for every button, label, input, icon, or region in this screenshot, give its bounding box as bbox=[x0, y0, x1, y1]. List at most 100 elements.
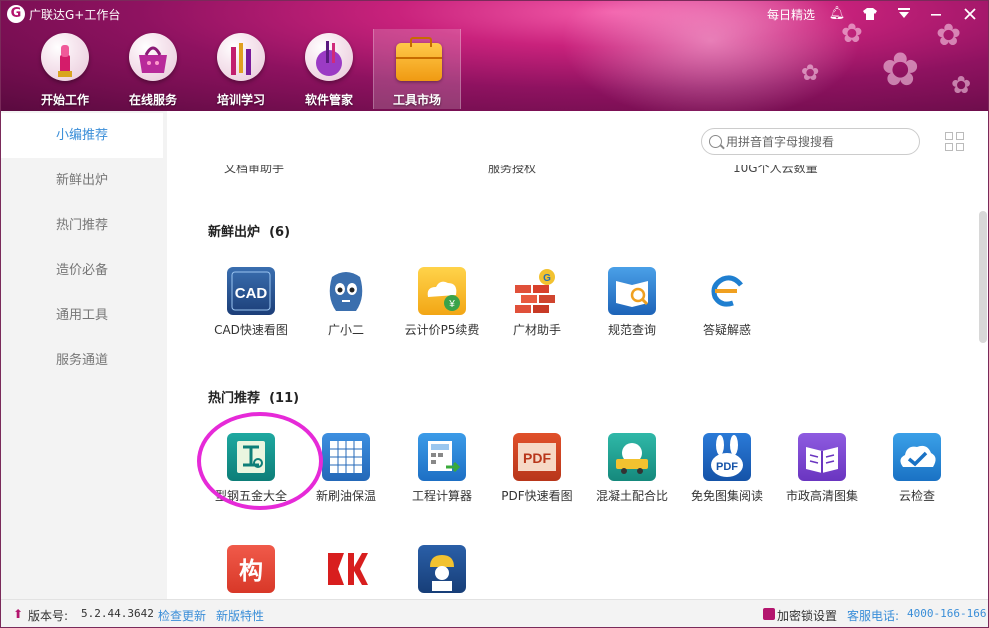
svg-text:¥: ¥ bbox=[448, 299, 455, 310]
svg-text:G: G bbox=[543, 273, 551, 284]
status-bar: ⬆ 版本号: 5.2.44.3642 检查更新 新版特性 加密锁设置 客服电话:… bbox=[1, 599, 988, 627]
section-title-hot: 热门推荐 (11) bbox=[208, 391, 300, 406]
partial-tool-label: 文档审助手 bbox=[224, 165, 285, 175]
tool-concrete-mix[interactable]: 混凝土配合比 bbox=[584, 433, 680, 513]
app-window: ✿ ✿ ✿ ✿ ✿ G 广联达G+工作台 每日精选 🔔︎ 开始工作 在线服务 培… bbox=[0, 0, 989, 628]
cosmetics-icon bbox=[305, 33, 353, 81]
tool-label: 云检查 bbox=[898, 489, 935, 503]
nav-online-service[interactable]: 在线服务 bbox=[109, 29, 197, 109]
steel-book-icon bbox=[227, 433, 275, 481]
svg-text:PDF: PDF bbox=[716, 461, 738, 473]
tool-label: 工程计算器 bbox=[411, 489, 472, 503]
briefcase-icon bbox=[396, 37, 442, 81]
tool-cad-viewer[interactable]: CAD CAD快速看图 bbox=[203, 267, 299, 347]
svg-text:构: 构 bbox=[239, 557, 263, 585]
service-phone-label: 客服电话: bbox=[847, 609, 900, 623]
bell-icon[interactable]: 🔔︎ bbox=[827, 4, 847, 24]
bricks-icon: G bbox=[513, 267, 561, 315]
tool-cloud-pricing-renewal[interactable]: ¥ 云计价P5续费 bbox=[394, 267, 490, 347]
service-phone: 4000-166-166 bbox=[907, 607, 987, 620]
tool-bk[interactable] bbox=[298, 545, 394, 599]
sidebar-item-general-tools[interactable]: 通用工具 bbox=[1, 293, 163, 338]
sidebar: 小编推荐 新鲜出炉 热门推荐 造价必备 通用工具 服务通道 bbox=[1, 111, 167, 599]
version-label: 版本号: bbox=[28, 609, 69, 623]
tool-label: PDF快速看图 bbox=[501, 489, 573, 503]
grid-view-icon[interactable] bbox=[945, 132, 965, 152]
tool-steel-hardware[interactable]: 型钢五金大全 bbox=[203, 433, 299, 513]
search-box[interactable] bbox=[701, 128, 920, 155]
version-number: 5.2.44.3642 bbox=[81, 607, 154, 620]
tool-spec-query[interactable]: 规范查询 bbox=[584, 267, 680, 347]
tool-structure[interactable]: 构 bbox=[203, 545, 299, 599]
tool-label: 新刷油保温 bbox=[315, 489, 376, 503]
sidebar-item-new-arrivals[interactable]: 新鲜出炉 bbox=[1, 158, 163, 203]
nav-label: 开始工作 bbox=[40, 93, 89, 107]
mascot-icon bbox=[322, 267, 370, 315]
scrollbar-thumb[interactable] bbox=[979, 211, 987, 343]
nav-software-manager[interactable]: 软件管家 bbox=[285, 29, 373, 109]
menu-dropdown-icon[interactable] bbox=[894, 4, 914, 24]
tool-guang-xiao-er[interactable]: 广小二 bbox=[298, 267, 394, 347]
tool-worker[interactable] bbox=[394, 545, 490, 599]
tool-engineering-calculator[interactable]: 工程计算器 bbox=[394, 433, 490, 513]
tool-material-assistant[interactable]: G 广材助手 bbox=[489, 267, 585, 347]
sidebar-item-pricing[interactable]: 造价必备 bbox=[1, 248, 163, 293]
svg-text:CAD: CAD bbox=[235, 285, 268, 302]
tool-atlas-reader[interactable]: PDF 免免图集阅读 bbox=[679, 433, 775, 513]
lock-settings-link[interactable]: 加密锁设置 bbox=[777, 607, 837, 624]
tool-label: 广材助手 bbox=[512, 323, 561, 337]
open-book-icon bbox=[798, 433, 846, 481]
lipstick-icon bbox=[41, 33, 89, 81]
cloud-pricing-icon: ¥ bbox=[418, 267, 466, 315]
skin-shirt-icon[interactable] bbox=[860, 4, 880, 24]
structure-icon: 构 bbox=[227, 545, 275, 593]
tool-pdf-viewer[interactable]: PDF PDF快速看图 bbox=[489, 433, 585, 513]
handbag-icon bbox=[129, 33, 177, 81]
check-update-link[interactable]: 检查更新 bbox=[158, 607, 206, 624]
new-features-link[interactable]: 新版特性 bbox=[216, 607, 264, 624]
flower-decoration: ✿ bbox=[801, 61, 820, 86]
tool-label: 市政高清图集 bbox=[785, 489, 858, 503]
close-icon[interactable] bbox=[960, 4, 980, 24]
tool-qa[interactable]: 答疑解惑 bbox=[679, 267, 775, 347]
minimize-icon[interactable] bbox=[926, 4, 946, 24]
search-icon bbox=[709, 135, 722, 148]
tool-cloud-check[interactable]: 云检查 bbox=[869, 433, 965, 513]
tool-municipal-atlas[interactable]: 市政高清图集 bbox=[774, 433, 870, 513]
sidebar-item-service-channel[interactable]: 服务通道 bbox=[1, 338, 163, 383]
nav-start-work[interactable]: 开始工作 bbox=[21, 29, 109, 109]
sidebar-item-editor-picks[interactable]: 小编推荐 bbox=[1, 113, 163, 158]
nav-label: 在线服务 bbox=[128, 93, 177, 107]
partial-tool-label: 10G个人云数量 bbox=[733, 165, 818, 175]
tool-label: 型钢五金大全 bbox=[214, 489, 287, 503]
cad-icon: CAD bbox=[227, 267, 275, 315]
sidebar-item-hot[interactable]: 热门推荐 bbox=[1, 203, 163, 248]
main-nav: 开始工作 在线服务 培训学习 软件管家 工具市场 bbox=[21, 29, 461, 109]
worker-icon bbox=[418, 545, 466, 593]
tool-label: CAD快速看图 bbox=[214, 323, 288, 337]
nav-label: 培训学习 bbox=[216, 93, 265, 107]
grid-table-icon bbox=[322, 433, 370, 481]
partial-tool-label: 服务授权 bbox=[488, 165, 537, 175]
tool-paint-insulation[interactable]: 新刷油保温 bbox=[298, 433, 394, 513]
tool-label: 规范查询 bbox=[607, 323, 656, 337]
bk-icon bbox=[322, 545, 370, 593]
daily-picks-link[interactable]: 每日精选 bbox=[767, 6, 815, 23]
app-logo-icon: G bbox=[7, 5, 25, 23]
nav-tool-market[interactable]: 工具市场 bbox=[373, 29, 461, 109]
tool-label: 答疑解惑 bbox=[702, 323, 751, 337]
svg-text:PDF: PDF bbox=[523, 450, 551, 466]
flower-decoration: ✿ bbox=[881, 42, 920, 96]
nav-label: 工具市场 bbox=[392, 93, 441, 107]
search-input[interactable] bbox=[726, 133, 911, 151]
qa-icon bbox=[703, 267, 751, 315]
makeup-brush-icon bbox=[217, 33, 265, 81]
tool-label: 广小二 bbox=[327, 323, 364, 337]
nav-label: 软件管家 bbox=[304, 93, 353, 107]
tool-label: 免免图集阅读 bbox=[690, 489, 763, 503]
titlebar: G 广联达G+工作台 每日精选 🔔︎ bbox=[1, 1, 988, 27]
tool-market-panel: 文档审助手 服务授权 10G个人云数量 新鲜出炉 (6) CAD CAD快速看图… bbox=[167, 111, 988, 599]
upgrade-arrow-icon: ⬆ bbox=[13, 607, 24, 621]
calculator-icon bbox=[418, 433, 466, 481]
nav-training[interactable]: 培训学习 bbox=[197, 29, 285, 109]
